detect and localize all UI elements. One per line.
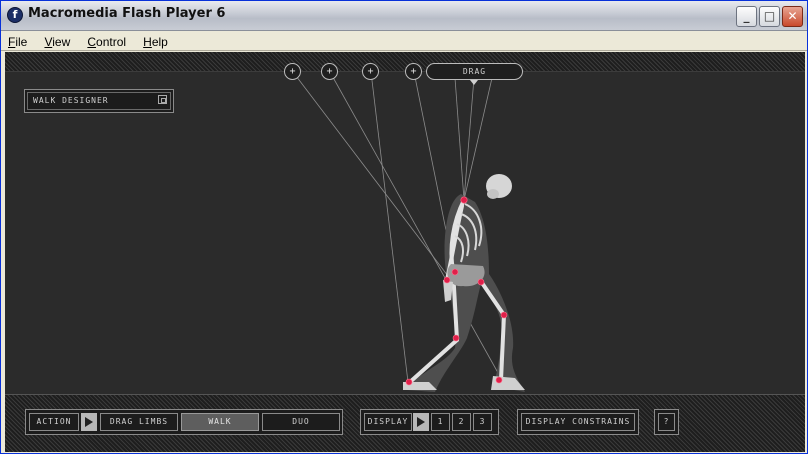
joint-hand[interactable] bbox=[443, 276, 451, 284]
display-constrains-group: DISPLAY CONSTRAINS bbox=[517, 409, 639, 435]
display-option-2[interactable]: 2 bbox=[452, 413, 471, 431]
title-bar[interactable]: f Macromedia Flash Player 6 _ □ ✕ bbox=[1, 1, 807, 31]
duo-button[interactable]: DUO bbox=[262, 413, 340, 431]
help-button[interactable]: ? bbox=[658, 413, 675, 431]
add-constraint-button-4[interactable]: + bbox=[405, 63, 422, 80]
display-option-3[interactable]: 3 bbox=[473, 413, 492, 431]
drag-handle[interactable]: DRAG bbox=[426, 63, 523, 80]
joint-foot-right[interactable] bbox=[495, 376, 503, 384]
menu-file[interactable]: File bbox=[1, 33, 32, 49]
maximize-icon: □ bbox=[763, 9, 776, 23]
arrow-right-icon bbox=[81, 413, 97, 431]
close-button[interactable]: ✕ bbox=[782, 6, 803, 27]
walk-designer-panel[interactable]: WALK DESIGNER bbox=[24, 89, 174, 113]
display-option-1[interactable]: 1 bbox=[431, 413, 450, 431]
joint-shoulder[interactable] bbox=[460, 196, 468, 204]
help-group: ? bbox=[654, 409, 679, 435]
menu-view[interactable]: View bbox=[37, 33, 75, 49]
walk-designer-label: WALK DESIGNER bbox=[33, 96, 109, 105]
right-foot bbox=[491, 376, 525, 390]
add-constraint-button-2[interactable]: + bbox=[321, 63, 338, 80]
maximize-button[interactable]: □ bbox=[759, 6, 780, 27]
add-constraint-button-3[interactable]: + bbox=[362, 63, 379, 80]
display-group: DISPLAY 1 2 3 bbox=[360, 409, 499, 435]
joint-hip-right[interactable] bbox=[477, 278, 485, 286]
arrow-right-icon bbox=[413, 413, 429, 431]
menu-help[interactable]: Help bbox=[136, 33, 173, 49]
minimize-icon: _ bbox=[743, 9, 750, 23]
drag-arrow-icon bbox=[470, 80, 478, 85]
action-group: ACTION DRAG LIMBS WALK DUO bbox=[25, 409, 343, 435]
drag-limbs-button[interactable]: DRAG LIMBS bbox=[100, 413, 178, 431]
walk-button[interactable]: WALK bbox=[181, 413, 259, 431]
display-label: DISPLAY bbox=[364, 413, 412, 431]
body-silhouette bbox=[407, 194, 525, 392]
joint-hip[interactable] bbox=[451, 268, 459, 276]
flash-icon[interactable]: f bbox=[7, 7, 23, 23]
minimize-button[interactable]: _ bbox=[736, 6, 757, 27]
flash-stage[interactable]: WALK DESIGNER + + + + DRAG ACTION DRAG L… bbox=[5, 52, 805, 452]
menu-control[interactable]: Control bbox=[80, 33, 131, 49]
flash-player-window: f Macromedia Flash Player 6 _ □ ✕ File V… bbox=[0, 0, 808, 454]
action-label: ACTION bbox=[29, 413, 79, 431]
joint-knee-left[interactable] bbox=[452, 334, 460, 342]
window-toggle-icon[interactable] bbox=[158, 95, 167, 104]
joint-foot-left[interactable] bbox=[405, 378, 413, 386]
joint-knee-right[interactable] bbox=[500, 311, 508, 319]
window-title: Macromedia Flash Player 6 bbox=[28, 6, 226, 21]
add-constraint-button-1[interactable]: + bbox=[284, 63, 301, 80]
display-constrains-button[interactable]: DISPLAY CONSTRAINS bbox=[521, 413, 635, 431]
menu-bar: File View Control Help bbox=[1, 31, 807, 51]
close-icon: ✕ bbox=[787, 9, 798, 23]
